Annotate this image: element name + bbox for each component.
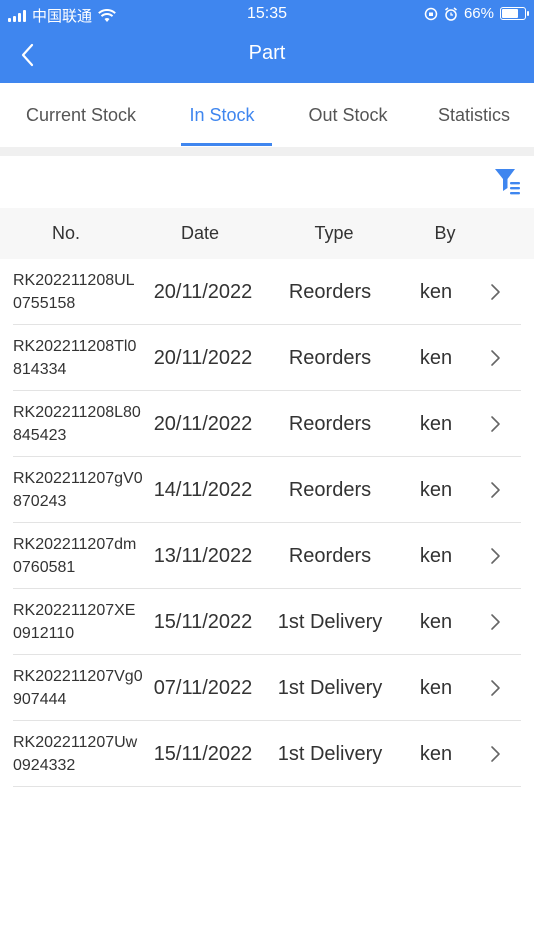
table-row[interactable]: RK202211207Uw0924332 15/11/2022 1st Delive… <box>0 721 534 787</box>
record-type: 1st Delivery <box>277 611 383 633</box>
record-type: Reorders <box>288 413 372 435</box>
record-by: ken <box>419 479 453 501</box>
table-header: No. Date Type By <box>0 208 534 259</box>
record-type: Reorders <box>288 347 372 369</box>
record-by: ken <box>419 545 453 567</box>
chevron-right-icon <box>491 350 500 366</box>
chevron-right-icon <box>491 284 500 300</box>
chevron-right-icon <box>491 416 500 432</box>
tab-bar: Current Stock In Stock Out Stock Statist… <box>0 83 534 147</box>
record-by: ken <box>419 677 453 699</box>
chevron-right-icon <box>491 548 500 564</box>
record-by: ken <box>419 743 453 765</box>
record-number: RK202211207dm0760581 <box>13 536 137 576</box>
filter-icon <box>495 169 520 195</box>
table-row[interactable]: RK202211208Tl0814334 20/11/2022 Reorders ke… <box>0 325 534 391</box>
table-row[interactable]: RK202211207dm0760581 13/11/2022 Reorders ke… <box>0 523 534 589</box>
status-right: 66% <box>424 5 529 22</box>
filter-button[interactable] <box>494 166 522 196</box>
record-number: RK202211208Tl0814334 <box>13 338 137 378</box>
record-by: ken <box>419 413 453 435</box>
chevron-right-icon <box>491 482 500 498</box>
tab-current-stock[interactable]: Current Stock <box>10 83 152 147</box>
tab-out-stock[interactable]: Out Stock <box>296 83 400 147</box>
battery-percent: 66% <box>463 5 494 22</box>
tab-in-stock[interactable]: In Stock <box>172 83 272 147</box>
record-date: 13/11/2022 <box>153 545 253 567</box>
table-row[interactable]: RK202211207XE0912110 15/11/2022 1st Delive… <box>0 589 534 655</box>
column-header-date: Date <box>180 223 220 243</box>
column-header-by: By <box>434 223 456 243</box>
table-row[interactable]: RK202211208L80845423 20/11/2022 Reorders ke… <box>0 391 534 457</box>
record-number: RK202211207gV0870243 <box>13 470 143 510</box>
table-row[interactable]: RK202211208UL0755158 20/11/2022 Reorders ke… <box>0 259 534 325</box>
chevron-right-icon <box>491 614 500 630</box>
record-number: RK202211208UL0755158 <box>13 272 135 312</box>
record-number: RK202211208L80845423 <box>13 404 141 444</box>
record-type: Reorders <box>288 479 372 501</box>
section-divider <box>0 147 534 156</box>
column-header-no: No. <box>51 223 80 243</box>
active-tab-indicator <box>181 143 272 146</box>
record-number: RK202211207XE0912110 <box>13 602 136 642</box>
record-date: 07/11/2022 <box>153 677 253 699</box>
record-type: Reorders <box>288 545 372 567</box>
record-by: ken <box>419 281 453 303</box>
table-row[interactable]: RK202211207gV0870243 14/11/2022 Reorders ke… <box>0 457 534 523</box>
stock-list: RK202211208UL0755158 20/11/2022 Reorders ke… <box>0 259 534 787</box>
record-type: Reorders <box>288 281 372 303</box>
record-date: 15/11/2022 <box>153 743 253 765</box>
record-date: 15/11/2022 <box>153 611 253 633</box>
battery-fill <box>502 9 518 18</box>
app-header: 中国联通 15:35 66% Part <box>0 0 534 83</box>
filter-bar <box>0 156 534 208</box>
column-header-type: Type <box>314 223 354 243</box>
orientation-lock-icon <box>424 7 438 20</box>
record-by: ken <box>419 611 453 633</box>
record-date: 20/11/2022 <box>153 281 253 303</box>
status-bar: 中国联通 15:35 66% <box>0 0 534 28</box>
record-number: RK202211207Vg0907444 <box>13 668 143 708</box>
record-by: ken <box>419 347 453 369</box>
chevron-right-icon <box>491 680 500 696</box>
record-date: 20/11/2022 <box>153 413 253 435</box>
record-number: RK202211207Uw0924332 <box>13 734 138 774</box>
record-type: 1st Delivery <box>277 677 383 699</box>
record-type: 1st Delivery <box>277 743 383 765</box>
tab-statistics[interactable]: Statistics <box>424 83 524 147</box>
battery-icon <box>500 7 529 20</box>
alarm-icon <box>445 6 457 21</box>
record-date: 14/11/2022 <box>153 479 253 501</box>
page-title: Part <box>248 42 286 64</box>
table-row[interactable]: RK202211207Vg0907444 07/11/2022 1st Delive… <box>0 655 534 721</box>
chevron-right-icon <box>491 746 500 762</box>
record-date: 20/11/2022 <box>153 347 253 369</box>
nav-bar: Part <box>0 28 534 83</box>
